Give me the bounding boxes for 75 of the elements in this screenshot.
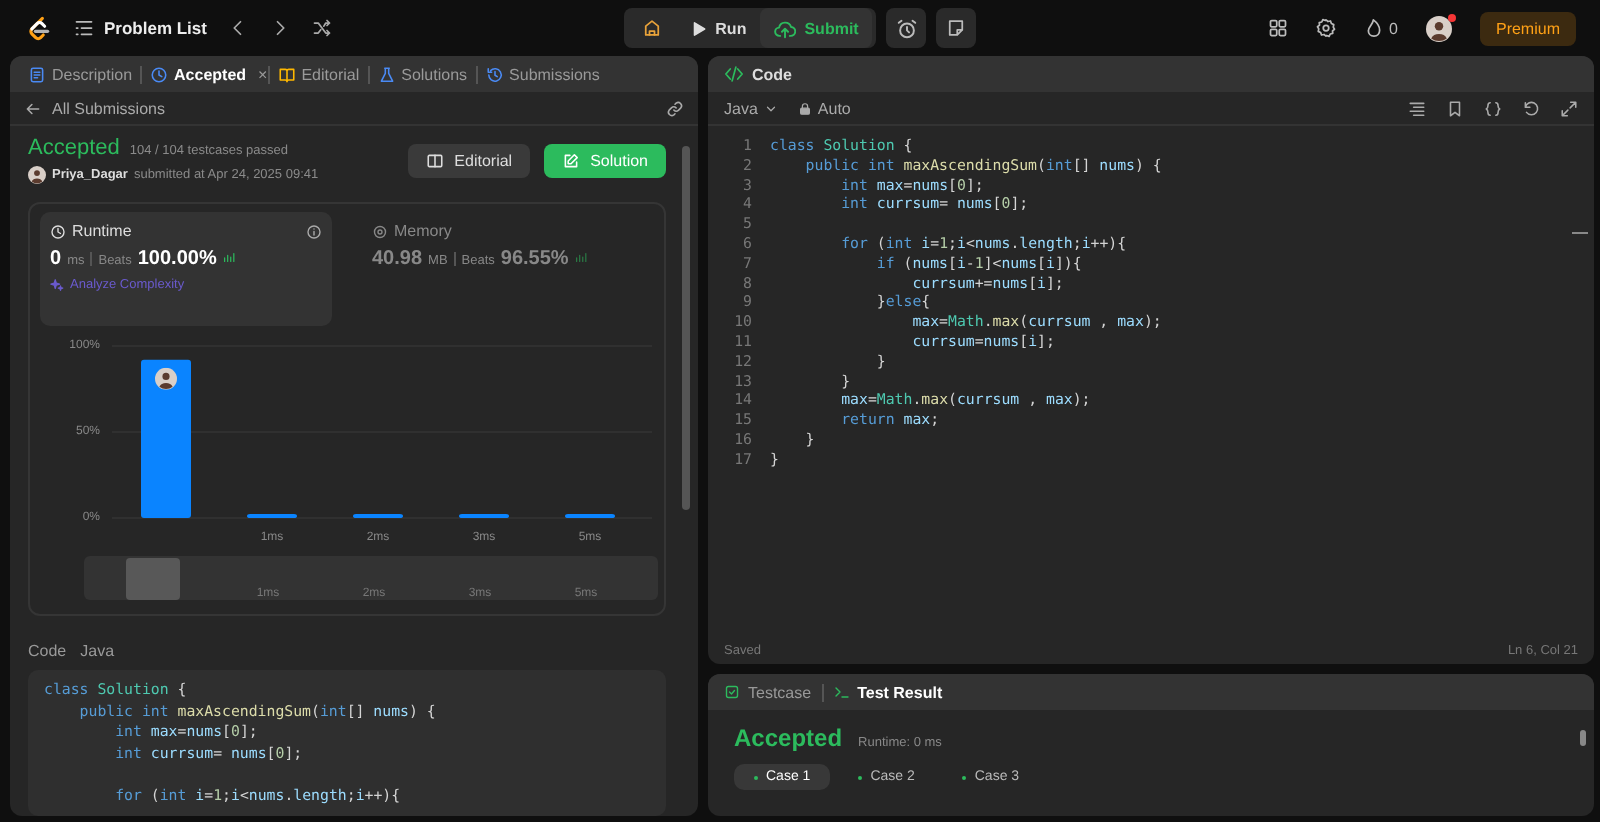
link-icon[interactable] [666,99,684,117]
expand-icon[interactable] [1560,99,1578,117]
tab[interactable]: Description [20,65,141,83]
scrollbar[interactable] [1580,730,1586,746]
layout-icon[interactable] [1267,18,1288,38]
alarm-icon [895,17,918,39]
tab[interactable]: Editorial [269,65,368,83]
tab[interactable]: Testcase [724,683,812,701]
stat-value: 40.98 [372,248,423,271]
submit-button[interactable]: Submit [760,8,873,48]
clock-icon [150,65,169,83]
book-icon [277,65,296,83]
streak-count: 0 [1389,19,1398,37]
chevron-down-icon [763,101,778,115]
timer-button[interactable] [886,8,927,48]
undo-icon[interactable] [1522,99,1540,117]
stat-value: 0 [50,248,62,271]
code-icon [724,64,744,84]
logo-icon[interactable] [24,14,52,42]
tab[interactable]: Submissions [477,65,608,83]
terminal-icon [833,684,850,700]
chart-bar[interactable] [565,514,615,519]
code-label: Code [28,642,67,661]
tab[interactable]: Solutions [369,65,476,83]
problem-list-link[interactable]: Problem List [74,18,207,38]
stat-title: Memory [394,222,452,241]
braces-icon[interactable] [1484,99,1502,117]
list-icon [74,18,94,38]
bar-chart-icon [574,250,589,265]
auto-toggle[interactable]: Auto [797,99,851,117]
panel-title: Code [752,65,792,83]
bar-chart-icon [222,250,237,265]
chart-bar[interactable] [141,360,191,519]
edit-icon [562,151,581,170]
stat-title: Runtime [72,222,132,241]
notes-button[interactable] [936,8,977,48]
avatar-icon [28,166,46,185]
lock-icon [797,101,812,115]
language-dropdown[interactable]: Java [724,99,778,117]
chart-bar[interactable] [353,514,403,519]
chart-bar[interactable] [459,514,509,519]
status-text: Accepted [28,136,120,161]
scrollbar[interactable] [682,146,690,510]
beats-value: 96.55% [500,248,569,271]
history-icon [485,65,504,83]
flask-icon [377,65,396,83]
sparkle-icon [50,278,64,293]
info-icon[interactable] [306,223,322,240]
close-tab-button[interactable]: × [258,65,268,83]
note-icon [946,18,967,38]
tab[interactable]: Accepted [142,65,255,83]
run-button[interactable]: Run [675,8,761,48]
editorial-button[interactable]: Editorial [408,143,531,178]
play-icon [689,19,708,37]
shuffle-icon[interactable] [312,18,333,38]
cloud-upload-icon [774,17,797,39]
align-icon[interactable] [1408,99,1426,117]
document-icon [28,65,46,83]
avatar-icon[interactable] [1425,15,1452,41]
arrow-left-icon [24,99,42,117]
avatar-icon [155,368,177,391]
navigator-handle[interactable] [126,558,180,601]
chart-bar[interactable] [247,514,297,519]
all-submissions-link[interactable]: All Submissions [24,99,165,117]
language-label: Java [80,642,115,661]
checkbox-icon [724,684,740,700]
bookmark-icon[interactable] [1446,99,1464,117]
beats-value: 100.00% [137,248,217,271]
premium-button[interactable]: Premium [1479,11,1576,45]
book-icon [426,151,445,170]
status-text: Accepted [734,724,843,752]
clock-icon [50,223,66,240]
settings-icon[interactable] [1315,18,1336,38]
scrollbar[interactable] [1572,232,1588,234]
tab[interactable]: Test Result [833,683,943,701]
